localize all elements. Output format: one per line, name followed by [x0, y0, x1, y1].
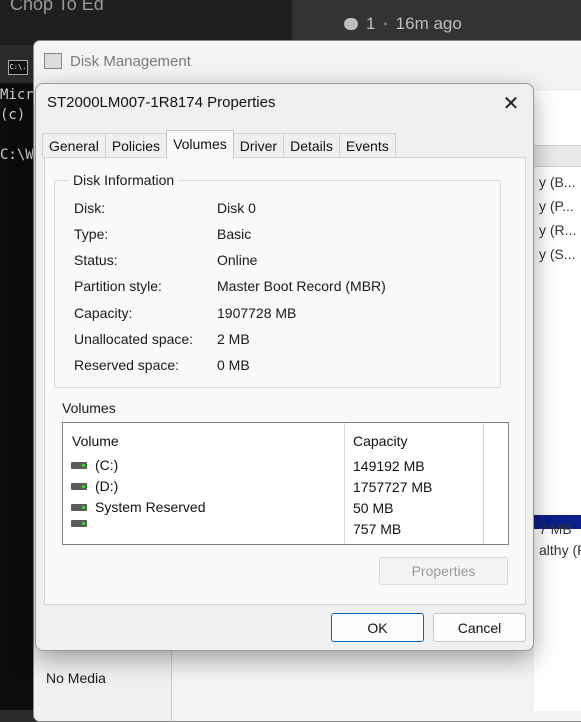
tab-volumes[interactable]: Volumes — [166, 130, 234, 158]
console-line: C:\W — [0, 147, 34, 163]
volumes-label: Volumes — [62, 400, 116, 416]
close-button[interactable]: ✕ — [496, 90, 526, 116]
comment-bubble-icon — [344, 18, 358, 30]
info-value-capacity: 1907728 MB — [217, 305, 297, 321]
info-value-status: Online — [217, 252, 258, 268]
info-label-capacity: Capacity: — [74, 305, 133, 321]
info-label-disk: Disk: — [74, 200, 106, 216]
cancel-button[interactable]: Cancel — [433, 613, 526, 642]
info-value-disk: Disk 0 — [217, 200, 256, 216]
volume-capacity: 1757727 MB — [353, 479, 433, 495]
drive-icon — [71, 520, 87, 527]
disk-information-legend: Disk Information — [69, 172, 179, 188]
disk-management-icon — [44, 53, 62, 69]
info-value-unallocated: 2 MB — [217, 331, 250, 347]
partition-size: 7 MB — [539, 521, 572, 537]
tab-events[interactable]: Events — [338, 133, 396, 158]
reply-count[interactable]: 1 — [366, 14, 375, 34]
no-media-label: No Media — [46, 670, 106, 686]
volume-name: (D:) — [95, 478, 119, 494]
properties-dialog: ST2000LM007-1R8174 Properties ✕ General … — [35, 83, 534, 651]
chat-window-background: Chop To Ed 1 • 16m ago — [0, 0, 581, 45]
volume-capacity: 50 MB — [353, 500, 394, 516]
dialog-title: ST2000LM007-1R8174 Properties — [47, 94, 276, 111]
disk-management-title: Disk Management — [70, 52, 191, 70]
info-value-partition-style: Master Boot Record (MBR) — [217, 278, 386, 294]
volume-list-row[interactable]: y (R... — [539, 222, 576, 238]
column-separator[interactable] — [483, 423, 484, 544]
table-row[interactable]: (D:) — [71, 478, 118, 494]
close-icon: ✕ — [502, 92, 520, 115]
volume-list-row[interactable]: y (S... — [539, 246, 576, 262]
drive-icon — [71, 482, 87, 490]
disk-label-pane — [34, 651, 172, 721]
tab-driver[interactable]: Driver — [232, 133, 285, 158]
console-line: (c) — [0, 107, 26, 123]
volume-name: System Reserved — [95, 499, 206, 515]
column-header-capacity[interactable]: Capacity — [353, 433, 407, 449]
partition-status: althy (R — [539, 542, 581, 558]
volume-capacity: 149192 MB — [353, 458, 425, 474]
tab-policies[interactable]: Policies — [104, 133, 168, 158]
table-row[interactable]: System Reserved — [71, 499, 205, 515]
drive-icon — [71, 503, 87, 511]
chat-meta: 1 • 16m ago — [344, 14, 462, 34]
info-value-reserved: 0 MB — [217, 357, 250, 373]
info-value-type: Basic — [217, 226, 252, 242]
table-row[interactable]: (C:) — [71, 457, 118, 473]
tab-general[interactable]: General — [42, 133, 106, 158]
ok-button[interactable]: OK — [331, 613, 424, 642]
volume-capacity: 757 MB — [353, 521, 402, 537]
tab-details[interactable]: Details — [283, 133, 340, 158]
volume-list-header — [534, 145, 581, 167]
volume-list-row[interactable]: y (B... — [539, 174, 576, 190]
tab-strip: General Policies Volumes Driver Details … — [42, 130, 396, 158]
info-label-partition-style: Partition style: — [74, 278, 162, 294]
table-row[interactable] — [71, 520, 95, 527]
column-header-volume[interactable]: Volume — [72, 433, 119, 449]
column-separator[interactable] — [344, 423, 345, 544]
drive-icon — [71, 461, 87, 469]
console-line: Micr — [0, 87, 34, 103]
info-label-status: Status: — [74, 252, 118, 268]
separator-dot: • — [383, 17, 388, 31]
info-label-type: Type: — [74, 226, 109, 242]
volume-list-row[interactable]: y (P... — [539, 198, 574, 214]
info-label-unallocated: Unallocated space: — [74, 331, 194, 347]
chat-left-text: Chop To Ed — [10, 0, 104, 14]
console-icon: C:\. — [8, 60, 28, 75]
time-ago: 16m ago — [395, 14, 462, 33]
info-label-reserved: Reserved space: — [74, 357, 180, 373]
disk-management-titlebar: Disk Management — [34, 41, 581, 81]
volume-name: (C:) — [95, 457, 119, 473]
volumes-table[interactable]: Volume Capacity (C:) 149192 MB (D:) 1757… — [62, 422, 509, 545]
properties-button[interactable]: Properties — [379, 557, 508, 585]
